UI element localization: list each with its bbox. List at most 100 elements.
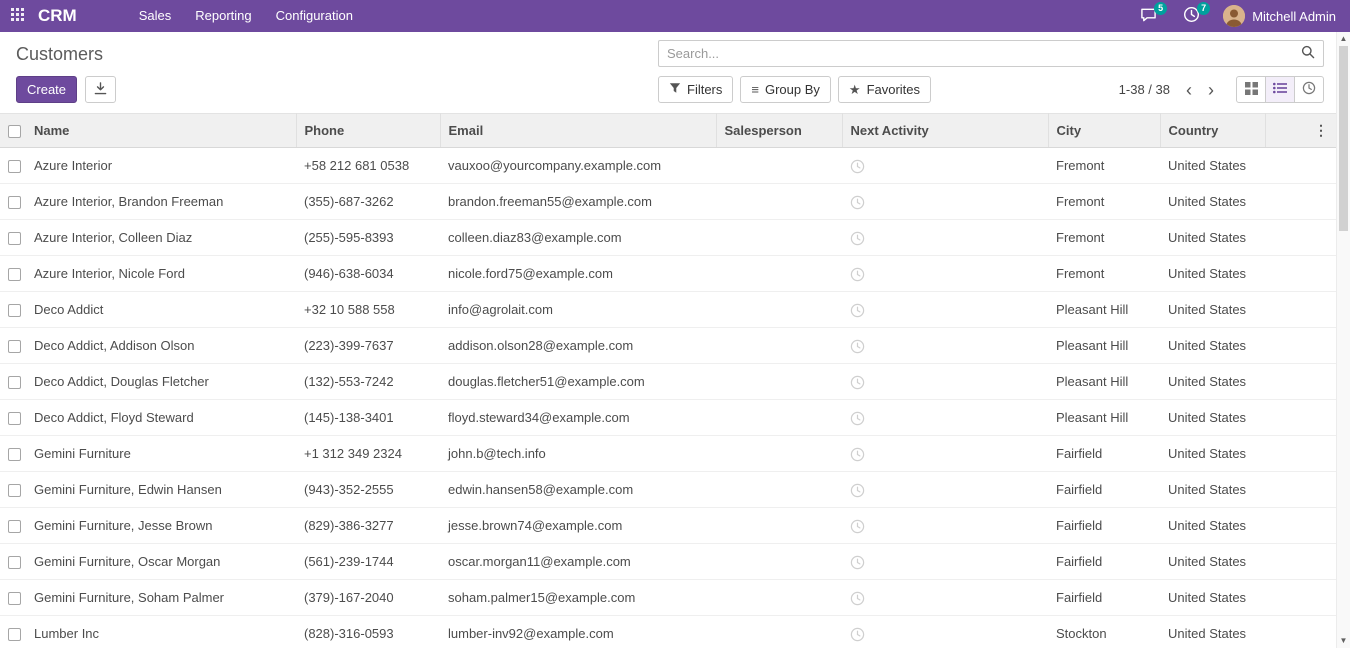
filters-button[interactable]: Filters <box>658 76 733 103</box>
cell-name[interactable]: Deco Addict <box>26 292 296 328</box>
cell-next-activity[interactable] <box>842 508 1048 544</box>
search-input[interactable] <box>659 46 1293 61</box>
cell-name[interactable]: Deco Addict, Douglas Fletcher <box>26 364 296 400</box>
column-options-button[interactable]: ⋮ <box>1265 114 1336 148</box>
cell-name[interactable]: Gemini Furniture <box>26 436 296 472</box>
user-menu[interactable]: Mitchell Admin <box>1213 5 1350 27</box>
cell-phone[interactable]: +1 312 349 2324 <box>296 436 440 472</box>
scroll-down-arrow-icon[interactable]: ▼ <box>1337 636 1350 645</box>
cell-next-activity[interactable] <box>842 544 1048 580</box>
row-checkbox[interactable] <box>8 448 21 461</box>
column-header-salesperson[interactable]: Salesperson <box>716 114 842 148</box>
pager-next-button[interactable]: › <box>1200 81 1222 99</box>
column-header-phone[interactable]: Phone <box>296 114 440 148</box>
cell-city[interactable]: Pleasant Hill <box>1048 292 1160 328</box>
cell-salesperson[interactable] <box>716 328 842 364</box>
apps-menu-button[interactable] <box>0 0 34 32</box>
menu-configuration[interactable]: Configuration <box>264 0 365 32</box>
cell-city[interactable]: Fremont <box>1048 220 1160 256</box>
table-row[interactable]: Deco Addict, Douglas Fletcher (132)-553-… <box>0 364 1336 400</box>
cell-phone[interactable]: (943)-352-2555 <box>296 472 440 508</box>
app-name[interactable]: CRM <box>34 6 87 26</box>
pager-previous-button[interactable]: ‹ <box>1178 81 1200 99</box>
cell-country[interactable]: United States <box>1160 400 1265 436</box>
table-row[interactable]: Azure Interior, Nicole Ford (946)-638-60… <box>0 256 1336 292</box>
cell-email[interactable]: info@agrolait.com <box>440 292 716 328</box>
cell-city[interactable]: Fairfield <box>1048 580 1160 616</box>
cell-salesperson[interactable] <box>716 400 842 436</box>
cell-city[interactable]: Fairfield <box>1048 508 1160 544</box>
cell-email[interactable]: soham.palmer15@example.com <box>440 580 716 616</box>
cell-name[interactable]: Lumber Inc <box>26 616 296 648</box>
activities-button[interactable]: 7 <box>1170 0 1213 32</box>
column-header-email[interactable]: Email <box>440 114 716 148</box>
row-checkbox[interactable] <box>8 628 21 641</box>
row-checkbox[interactable] <box>8 592 21 605</box>
cell-city[interactable]: Pleasant Hill <box>1048 328 1160 364</box>
next-activity-clock-icon[interactable] <box>850 591 865 606</box>
table-row[interactable]: Azure Interior, Brandon Freeman (355)-68… <box>0 184 1336 220</box>
table-row[interactable]: Azure Interior, Colleen Diaz (255)-595-8… <box>0 220 1336 256</box>
cell-email[interactable]: vauxoo@yourcompany.example.com <box>440 148 716 184</box>
cell-salesperson[interactable] <box>716 580 842 616</box>
cell-country[interactable]: United States <box>1160 148 1265 184</box>
cell-phone[interactable]: (379)-167-2040 <box>296 580 440 616</box>
cell-phone[interactable]: (355)-687-3262 <box>296 184 440 220</box>
next-activity-clock-icon[interactable] <box>850 483 865 498</box>
cell-city[interactable]: Fairfield <box>1048 472 1160 508</box>
cell-country[interactable]: United States <box>1160 616 1265 648</box>
next-activity-clock-icon[interactable] <box>850 195 865 210</box>
cell-country[interactable]: United States <box>1160 184 1265 220</box>
cell-next-activity[interactable] <box>842 292 1048 328</box>
next-activity-clock-icon[interactable] <box>850 411 865 426</box>
cell-email[interactable]: oscar.morgan11@example.com <box>440 544 716 580</box>
scroll-up-arrow-icon[interactable]: ▲ <box>1337 34 1350 43</box>
row-checkbox[interactable] <box>8 268 21 281</box>
next-activity-clock-icon[interactable] <box>850 303 865 318</box>
cell-name[interactable]: Deco Addict, Floyd Steward <box>26 400 296 436</box>
cell-city[interactable]: Stockton <box>1048 616 1160 648</box>
scrollbar-thumb[interactable] <box>1339 46 1348 231</box>
table-row[interactable]: Gemini Furniture, Edwin Hansen (943)-352… <box>0 472 1336 508</box>
row-checkbox[interactable] <box>8 376 21 389</box>
cell-salesperson[interactable] <box>716 184 842 220</box>
row-checkbox[interactable] <box>8 232 21 245</box>
favorites-button[interactable]: ★ Favorites <box>838 76 931 103</box>
cell-salesperson[interactable] <box>716 292 842 328</box>
row-checkbox[interactable] <box>8 556 21 569</box>
cell-name[interactable]: Azure Interior, Brandon Freeman <box>26 184 296 220</box>
cell-email[interactable]: douglas.fletcher51@example.com <box>440 364 716 400</box>
cell-phone[interactable]: (561)-239-1744 <box>296 544 440 580</box>
row-checkbox[interactable] <box>8 196 21 209</box>
cell-city[interactable]: Fremont <box>1048 184 1160 220</box>
table-row[interactable]: Azure Interior +58 212 681 0538 vauxoo@y… <box>0 148 1336 184</box>
cell-email[interactable]: brandon.freeman55@example.com <box>440 184 716 220</box>
next-activity-clock-icon[interactable] <box>850 159 865 174</box>
cell-country[interactable]: United States <box>1160 580 1265 616</box>
cell-country[interactable]: United States <box>1160 436 1265 472</box>
cell-next-activity[interactable] <box>842 364 1048 400</box>
next-activity-clock-icon[interactable] <box>850 555 865 570</box>
menu-reporting[interactable]: Reporting <box>183 0 263 32</box>
cell-salesperson[interactable] <box>716 616 842 648</box>
cell-next-activity[interactable] <box>842 328 1048 364</box>
cell-next-activity[interactable] <box>842 472 1048 508</box>
cell-city[interactable]: Pleasant Hill <box>1048 400 1160 436</box>
cell-country[interactable]: United States <box>1160 292 1265 328</box>
cell-email[interactable]: edwin.hansen58@example.com <box>440 472 716 508</box>
cell-salesperson[interactable] <box>716 364 842 400</box>
cell-country[interactable]: United States <box>1160 256 1265 292</box>
vertical-scrollbar[interactable]: ▲ ▼ <box>1336 32 1350 648</box>
cell-name[interactable]: Gemini Furniture, Edwin Hansen <box>26 472 296 508</box>
column-header-city[interactable]: City <box>1048 114 1160 148</box>
cell-name[interactable]: Gemini Furniture, Jesse Brown <box>26 508 296 544</box>
messages-button[interactable]: 5 <box>1127 0 1170 32</box>
list-view-button[interactable] <box>1265 76 1295 103</box>
row-checkbox[interactable] <box>8 304 21 317</box>
column-header-name[interactable]: Name <box>26 114 296 148</box>
cell-salesperson[interactable] <box>716 256 842 292</box>
cell-country[interactable]: United States <box>1160 472 1265 508</box>
cell-salesperson[interactable] <box>716 508 842 544</box>
cell-next-activity[interactable] <box>842 436 1048 472</box>
select-all-checkbox[interactable] <box>8 125 21 138</box>
